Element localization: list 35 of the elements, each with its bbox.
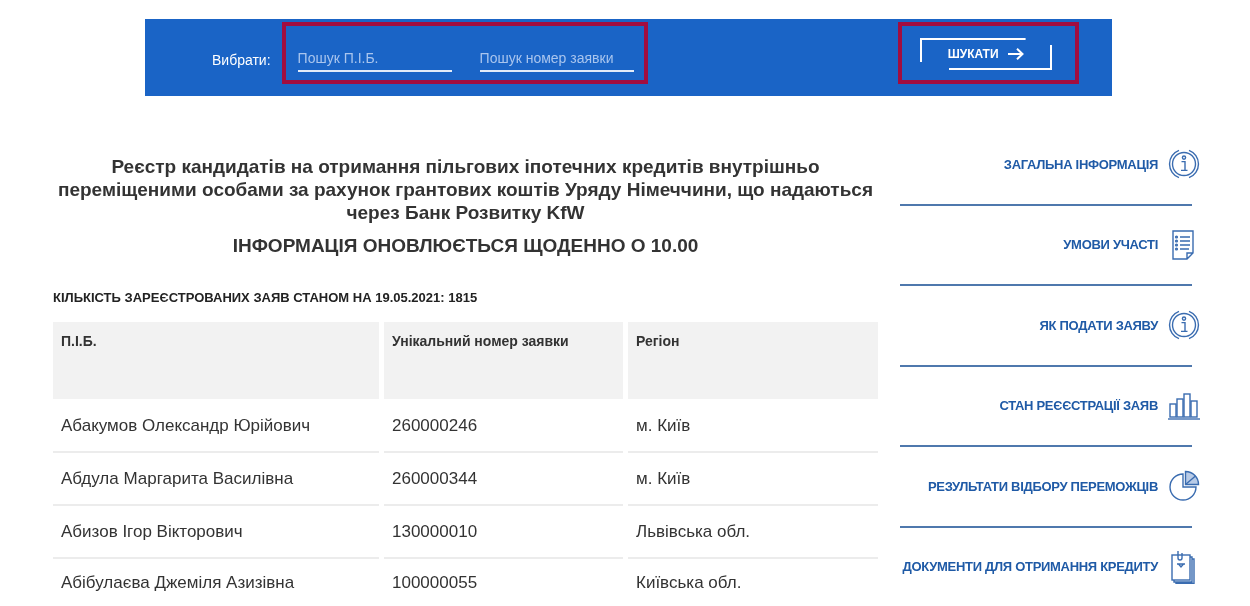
sidebar-link[interactable]: ЯК ПОДАТИ ЗАЯВУ <box>1039 309 1200 342</box>
table-cell: Львівська обл. <box>628 506 878 559</box>
registry-title: Реєстр кандидатів на отримання пільгових іпотечних кредитів внутрішньо переміщеними особами за рахунок грантових коштів Уряду Німеччини, що надаються через Банк Розвитку KfW <box>56 155 874 224</box>
column-header: Унікальний номер заявки <box>384 322 623 399</box>
table-cell: м. Київ <box>628 453 878 506</box>
table-cell-text: 100000055 <box>391 571 479 594</box>
sidebar-link[interactable]: УМОВИ УЧАСТІ <box>1063 229 1200 260</box>
sidebar-link[interactable]: РЕЗУЛЬТАТИ ВІДБОРУ ПЕРЕМОЖЦІВ <box>927 470 1200 503</box>
sidebar-link[interactable]: ЗАГАЛЬНА ІНФОРМАЦІЯ <box>1003 148 1200 181</box>
table-cell: Абакумов Олександр Юрійович <box>53 400 379 453</box>
document-list-icon <box>1172 229 1194 260</box>
search-label: Вибрати: <box>212 52 271 68</box>
table-cell-text: Київська обл. <box>635 571 743 594</box>
pie-chart-icon <box>1168 470 1200 503</box>
column-header: Регіон <box>628 322 878 399</box>
bar-chart-icon <box>1168 391 1200 420</box>
info-icon <box>1168 309 1200 342</box>
update-notice: ІНФОРМАЦІЯ ОНОВЛЮЄТЬСЯ ЩОДЕННО О 10.00 <box>231 234 700 257</box>
search-button[interactable]: ШУКАТИ <box>919 38 1052 70</box>
search-field[interactable]: Пошук номер заявки <box>479 46 634 72</box>
arrow-right-icon <box>1007 48 1024 60</box>
applications-count: КІЛЬКІСТЬ ЗАРЕЄСТРОВАНИХ ЗАЯВ СТАНОМ НА 19.05.2021: 1815 <box>53 290 479 306</box>
table-cell: Абдула Маргарита Василівна <box>53 453 379 506</box>
search-field[interactable]: Пошук П.І.Б. <box>297 46 452 72</box>
table-cell: 130000010 <box>384 506 623 559</box>
documents-icon <box>1171 549 1195 584</box>
table-cell: м. Київ <box>628 400 878 453</box>
sidebar-link[interactable]: ДОКУМЕНТИ ДЛЯ ОТРИМАННЯ КРЕДИТУ <box>902 549 1200 584</box>
info-icon <box>1168 148 1200 181</box>
table-cell: 260000246 <box>384 400 623 453</box>
table-cell: 260000344 <box>384 453 623 506</box>
column-header: П.І.Б. <box>53 322 379 399</box>
table-cell: Абизов Ігор Вікторович <box>53 506 379 559</box>
table-cell-text: Абібулаєва Джеміля Азизівна <box>60 571 296 594</box>
sidebar-link[interactable]: СТАН РЕЄЄСТРАЦІЇ ЗАЯВ <box>999 391 1200 420</box>
